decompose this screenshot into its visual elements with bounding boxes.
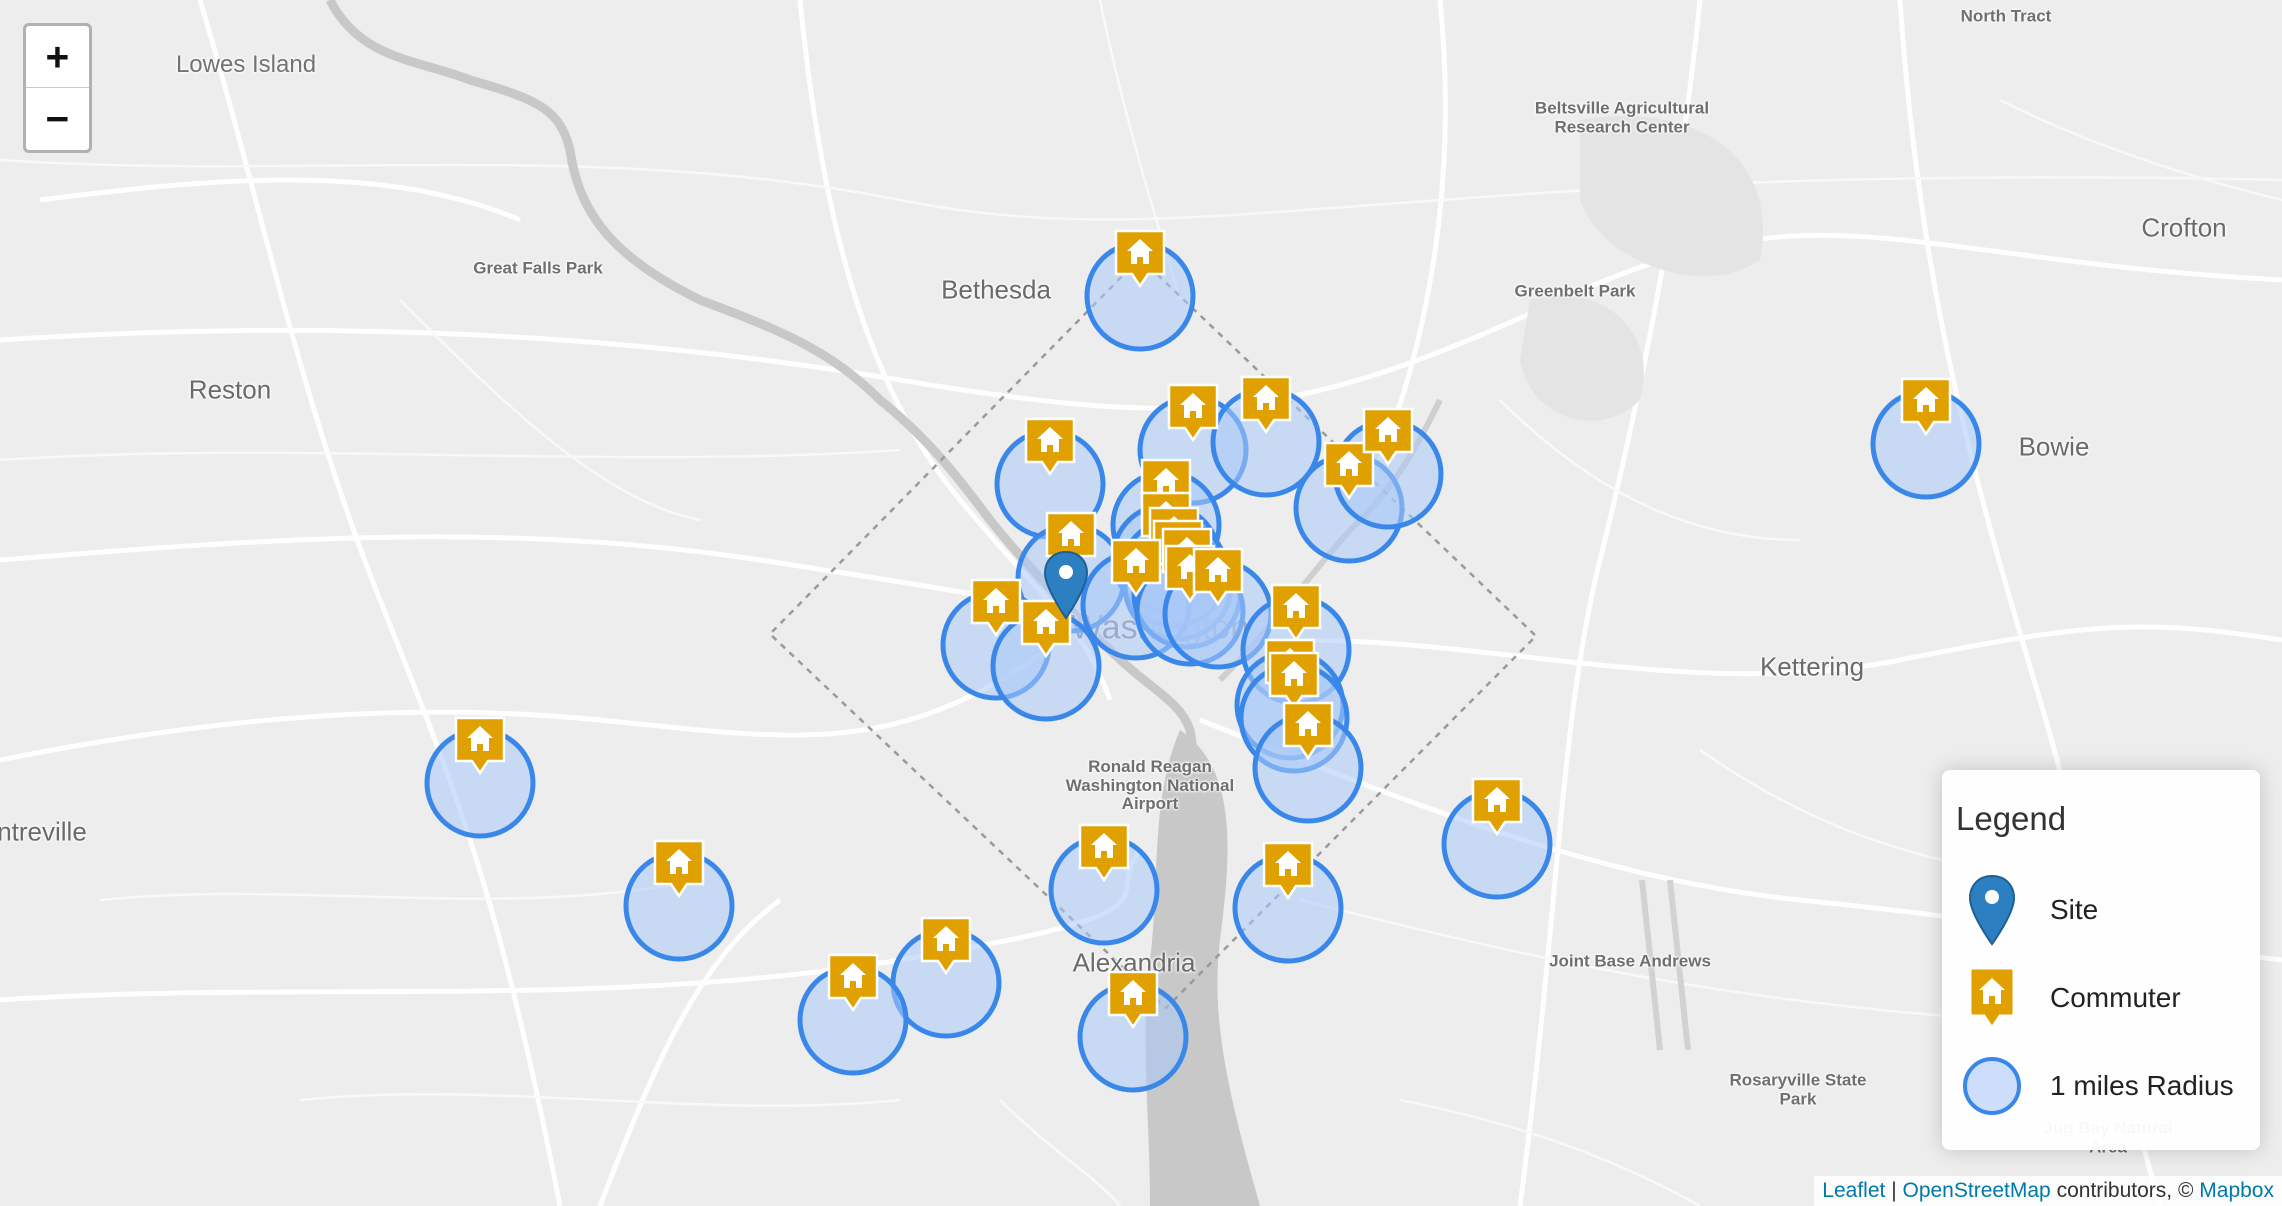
- zoom-in-button[interactable]: +: [26, 26, 89, 88]
- legend-label-commuter: Commuter: [2050, 982, 2181, 1013]
- commuter-house-icon: [1968, 966, 2016, 1031]
- leaflet-link[interactable]: Leaflet: [1822, 1179, 1885, 1202]
- radius-circle-icon: [1963, 1057, 2021, 1115]
- site-pin-icon: [1968, 874, 2016, 946]
- legend-item-commuter: Commuter: [1942, 958, 2260, 1038]
- map-container[interactable]: Lowes Island North Tract Beltsville Agricu…: [0, 0, 2282, 1206]
- zoom-control: + −: [23, 23, 92, 153]
- legend-item-site: Site: [1942, 870, 2260, 950]
- legend-label-site: Site: [2050, 894, 2099, 925]
- mapbox-link[interactable]: Mapbox: [2199, 1179, 2274, 1202]
- radius-layer: [424, 240, 1982, 1093]
- legend-title: Legend: [1956, 800, 2067, 837]
- legend-label-radius: 1 miles Radius: [2050, 1070, 2234, 1101]
- zoom-out-button[interactable]: −: [26, 88, 89, 149]
- openstreetmap-link[interactable]: OpenStreetMap: [1902, 1179, 2050, 1202]
- legend: Legend Site Commuter 1 miles Radius: [1942, 770, 2260, 1150]
- attribution: Leaflet | OpenStreetMap contributors, © …: [1814, 1176, 2282, 1206]
- attribution-separator: |: [1885, 1179, 1903, 1202]
- legend-item-radius: 1 miles Radius: [1942, 1046, 2260, 1126]
- attribution-text: contributors, ©: [2050, 1179, 2200, 1202]
- marker-overlay[interactable]: [0, 0, 2282, 1206]
